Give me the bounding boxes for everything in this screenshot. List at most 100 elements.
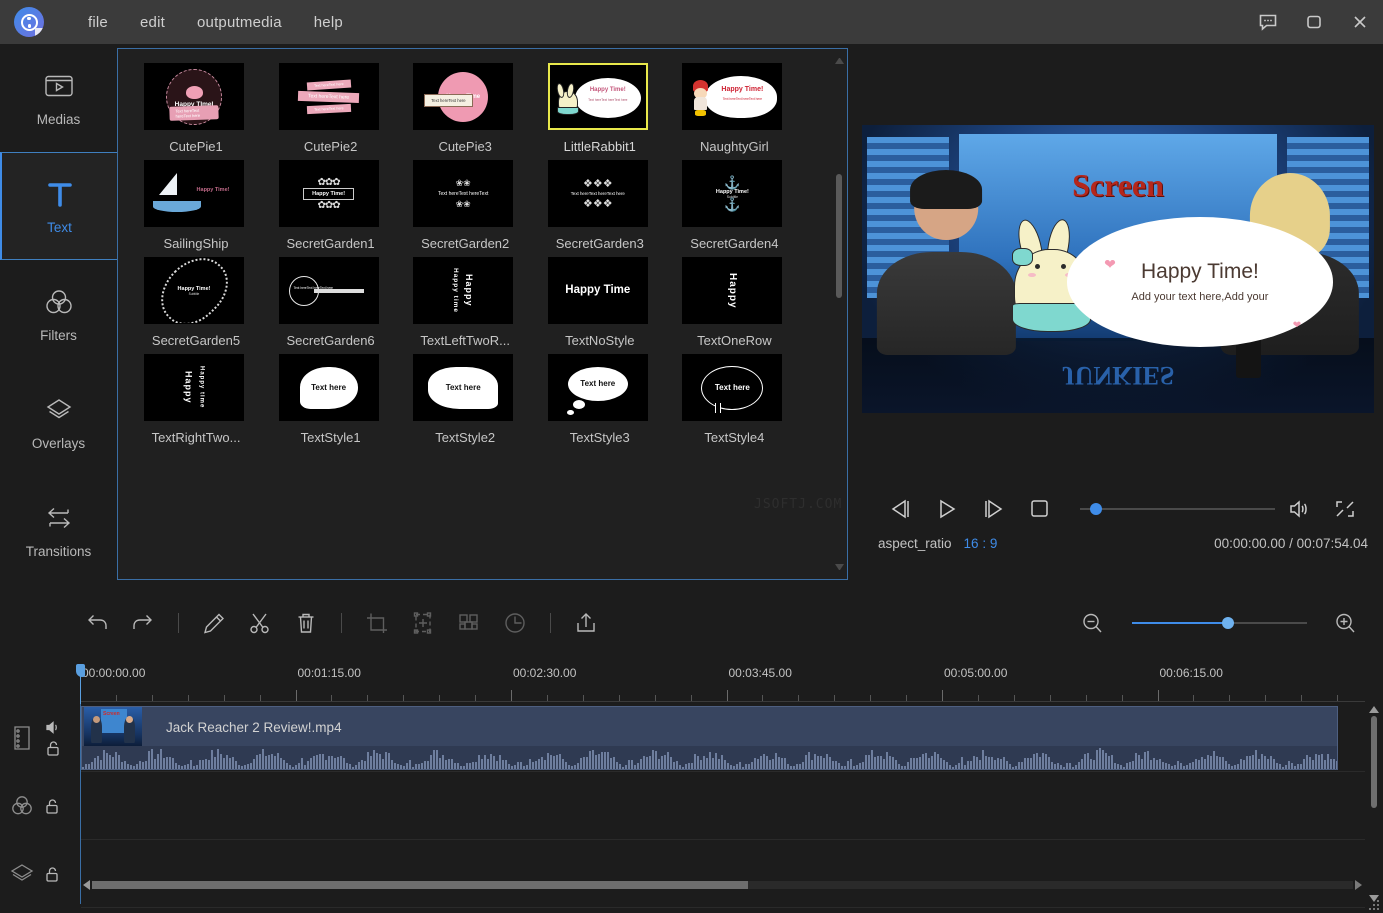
step-backward-icon[interactable] xyxy=(878,489,924,529)
scrollbar-thumb[interactable] xyxy=(92,881,748,889)
sidebar-item-text[interactable]: Text xyxy=(0,152,117,260)
menu-item-edit[interactable]: edit xyxy=(124,8,181,37)
resize-grip[interactable] xyxy=(1365,896,1379,910)
template-textstyle2[interactable]: Text here TextStyle2 xyxy=(413,354,548,445)
sidebar-item-transitions[interactable]: Transitions xyxy=(0,476,117,584)
video-lane[interactable]: Screen Jack Reacher 2 Review!.mp4 xyxy=(81,704,1365,772)
trash-icon[interactable] xyxy=(283,600,329,646)
unlock-icon[interactable] xyxy=(44,798,60,815)
undo-icon[interactable] xyxy=(74,600,120,646)
step-forward-icon[interactable] xyxy=(970,489,1016,529)
template-textnostyle[interactable]: Happy Time TextNoStyle xyxy=(548,257,683,348)
audio-waveform xyxy=(82,746,1337,769)
unlock-icon[interactable] xyxy=(45,740,61,757)
track-header-overlay[interactable] xyxy=(0,840,80,908)
share-icon[interactable] xyxy=(563,600,609,646)
aspect-ratio-value[interactable]: 16 : 9 xyxy=(964,536,998,551)
template-littlerabbit1[interactable]: Happy Time! Text hereText hereText here … xyxy=(548,63,683,154)
volume-slider[interactable] xyxy=(1080,502,1275,516)
unlock-icon[interactable] xyxy=(44,866,60,883)
play-icon[interactable] xyxy=(924,489,970,529)
menu-item-outputmedia[interactable]: outputmedia xyxy=(181,8,298,37)
template-secretgarden1[interactable]: ✿✿✿ Happy Time! ✿✿✿ SecretGarden1 xyxy=(279,160,414,251)
template-sailingship[interactable]: Happy Time! SailingShip xyxy=(144,160,279,251)
menu-item-file[interactable]: file xyxy=(72,8,124,37)
template-secretgarden3[interactable]: ❖❖❖ Text hereText hereText here ❖❖❖ Secr… xyxy=(548,160,683,251)
template-secretgarden2[interactable]: ❀❀ Text hereText hereText ❀❀ SecretGarde… xyxy=(413,160,548,251)
ruler-tick xyxy=(188,695,189,701)
sidebar-item-medias[interactable]: Medias xyxy=(0,44,117,152)
time-display: 00:00:00.00 / 00:07:54.04 xyxy=(1214,536,1368,551)
timeline-ruler[interactable]: 00:00:00.0000:01:15.0000:02:30.0000:03:4… xyxy=(80,666,1365,702)
close-icon[interactable] xyxy=(1337,0,1383,44)
crop-icon[interactable] xyxy=(354,600,400,646)
scrollbar-thumb[interactable] xyxy=(836,174,842,298)
template-secretgarden4[interactable]: ⚓ Happy Time! Subtitle ⚓ SecretGarden4 xyxy=(682,160,817,251)
ruler-tick xyxy=(978,695,979,701)
sidebar-item-overlays[interactable]: Overlays xyxy=(0,368,117,476)
redo-icon[interactable] xyxy=(120,600,166,646)
speaker-icon[interactable] xyxy=(1276,489,1322,529)
sidebar-item-label: Transitions xyxy=(26,544,92,559)
template-textstyle4[interactable]: Text here TextStyle4 xyxy=(682,354,817,445)
feedback-icon[interactable] xyxy=(1245,0,1291,44)
template-textrighttworow[interactable]: Happy Happy time TextRightTwo... xyxy=(144,354,279,445)
mosaic-icon[interactable] xyxy=(446,600,492,646)
template-label: SecretGarden6 xyxy=(279,333,383,348)
overlay-text-bubble[interactable]: ❤ ❤ Happy Time! Add your text here,Add y… xyxy=(1067,217,1333,347)
template-label: TextOneRow xyxy=(682,333,786,348)
ruler-tick xyxy=(906,695,907,701)
text-t-icon xyxy=(44,177,76,211)
zoom-out-icon[interactable] xyxy=(1070,600,1116,646)
menu-item-help[interactable]: help xyxy=(298,8,359,37)
timeline-vertical-scrollbar[interactable] xyxy=(1368,704,1380,904)
timeline-zoom-controls xyxy=(1070,600,1369,646)
ruler-tick xyxy=(1050,695,1051,701)
timeline-horizontal-scrollbar[interactable] xyxy=(80,879,1365,891)
template-textstyle1[interactable]: Text here TextStyle1 xyxy=(279,354,414,445)
template-cutepie3[interactable]: Happy Time Text hereText here CutePie3 xyxy=(413,63,548,154)
volume-slider-knob[interactable] xyxy=(1090,503,1102,515)
library-scrollbar[interactable] xyxy=(833,55,845,573)
video-preview[interactable]: Screen JUNKIES ❤ ❤ xyxy=(862,125,1374,413)
track-header-filter[interactable] xyxy=(0,772,80,840)
window-controls xyxy=(1245,0,1383,44)
sidebar-item-filters[interactable]: Filters xyxy=(0,260,117,368)
scroll-down-icon[interactable] xyxy=(835,564,844,573)
ruler-tick xyxy=(439,695,440,701)
template-textlefttworow[interactable]: Happy time Happy TextLeftTwoR... xyxy=(413,257,548,348)
clock-icon[interactable] xyxy=(492,600,538,646)
filter-lane[interactable] xyxy=(81,772,1365,840)
speaker-icon[interactable] xyxy=(44,720,61,735)
template-secretgarden5[interactable]: Happy Time! Subtitle SecretGarden5 xyxy=(144,257,279,348)
track-header-video[interactable] xyxy=(0,704,80,772)
scrollbar-thumb[interactable] xyxy=(1371,716,1377,808)
text-template-library: Happy TImeI Text hereText hereText here … xyxy=(117,48,848,580)
stop-icon[interactable] xyxy=(1016,489,1062,529)
maximize-icon[interactable] xyxy=(1291,0,1337,44)
zoom-in-icon[interactable] xyxy=(1323,600,1369,646)
template-textonerow[interactable]: Happy TextOneRow xyxy=(682,257,817,348)
timeline-clip[interactable]: Screen Jack Reacher 2 Review!.mp4 xyxy=(81,706,1338,770)
overlay-lane[interactable] xyxy=(81,840,1365,908)
scroll-up-icon[interactable] xyxy=(835,55,844,64)
template-secretgarden6[interactable]: Text hereText hereText here SecretGarden… xyxy=(279,257,414,348)
expand-icon[interactable] xyxy=(1322,489,1368,529)
zoom-slider-knob[interactable] xyxy=(1222,617,1234,629)
timeline-zoom-slider[interactable] xyxy=(1132,616,1307,630)
scroll-right-icon[interactable] xyxy=(1355,880,1365,890)
scrollbar-track[interactable] xyxy=(92,881,1353,889)
template-label: CutePie2 xyxy=(279,139,383,154)
pencil-icon[interactable] xyxy=(191,600,237,646)
add-frame-icon[interactable] xyxy=(400,600,446,646)
scroll-left-icon[interactable] xyxy=(80,880,90,890)
template-naughtygirl[interactable]: Happy Time! Text hereText hereText here … xyxy=(682,63,817,154)
template-thumbnail: Happy Time! xyxy=(144,160,244,227)
template-cutepie1[interactable]: Happy TImeI Text hereText hereText here … xyxy=(144,63,279,154)
template-textstyle3[interactable]: Text here TextStyle3 xyxy=(548,354,683,445)
ruler-tick xyxy=(1158,690,1159,701)
preview-person-left xyxy=(877,177,1015,356)
scroll-up-icon[interactable] xyxy=(1369,704,1379,713)
scissors-icon[interactable] xyxy=(237,600,283,646)
template-cutepie2[interactable]: Text hereText here Text hereText here Te… xyxy=(279,63,414,154)
